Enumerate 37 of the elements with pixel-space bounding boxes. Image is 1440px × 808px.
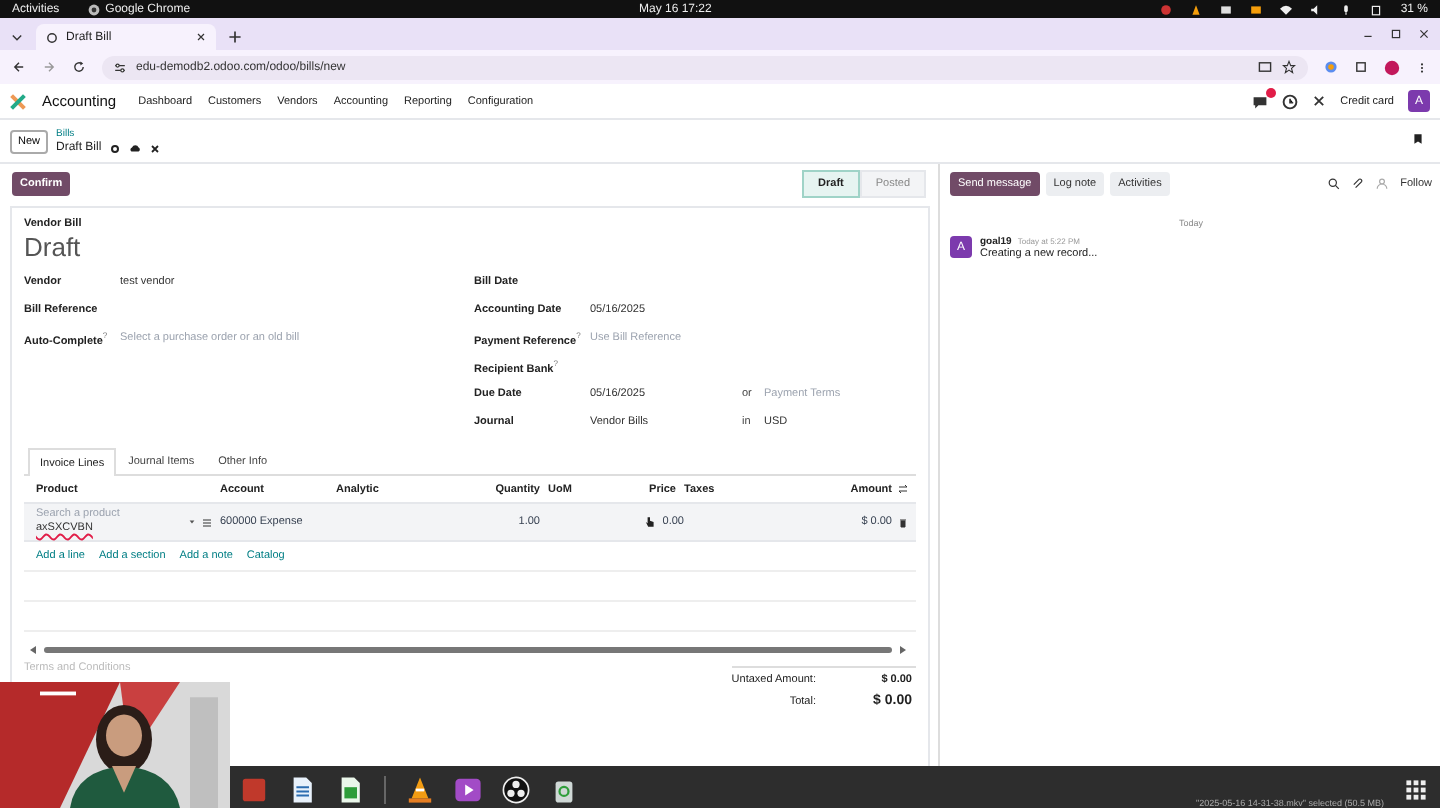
discard-icon[interactable] bbox=[149, 143, 160, 153]
play-icon[interactable] bbox=[454, 775, 482, 803]
delete-icon[interactable] bbox=[898, 517, 908, 527]
pointer-icon bbox=[644, 516, 657, 528]
dropdown-icon[interactable] bbox=[188, 518, 196, 526]
cloud-save-icon[interactable] bbox=[127, 142, 142, 154]
screen-icon[interactable] bbox=[1220, 3, 1233, 15]
document-icon[interactable] bbox=[288, 775, 316, 803]
description-icon[interactable] bbox=[202, 517, 212, 527]
chat-icon[interactable] bbox=[1252, 93, 1269, 109]
record-title: Draft bbox=[24, 232, 83, 262]
close-icon[interactable] bbox=[1418, 28, 1430, 40]
spreadsheet-icon[interactable] bbox=[336, 775, 364, 803]
columns-toggle-icon[interactable] bbox=[898, 484, 908, 494]
paperclip-icon[interactable] bbox=[1352, 177, 1365, 189]
back-icon[interactable] bbox=[12, 60, 26, 74]
record-icon[interactable] bbox=[1160, 3, 1173, 15]
reload-icon[interactable] bbox=[72, 60, 86, 74]
notification-badge bbox=[1266, 87, 1277, 97]
profile-icon[interactable] bbox=[1384, 59, 1400, 75]
close-icon[interactable] bbox=[196, 32, 206, 42]
recorder-icon[interactable] bbox=[502, 775, 530, 803]
globe-icon bbox=[46, 31, 58, 43]
microphone-icon[interactable] bbox=[1340, 3, 1353, 15]
maximize-icon[interactable] bbox=[1390, 28, 1402, 40]
battery-icon[interactable] bbox=[1370, 3, 1383, 15]
wifi-icon[interactable] bbox=[1280, 3, 1293, 15]
bookmark-icon[interactable] bbox=[1412, 132, 1424, 146]
app-grid-icon[interactable] bbox=[1404, 777, 1428, 801]
clock-icon[interactable] bbox=[1282, 93, 1299, 109]
extension-icon[interactable] bbox=[1324, 60, 1338, 74]
search-icon[interactable] bbox=[1328, 177, 1341, 189]
app-logo-icon[interactable] bbox=[10, 93, 26, 109]
star-icon[interactable] bbox=[1282, 60, 1296, 74]
site-info-icon[interactable] bbox=[114, 61, 126, 73]
traffic-cone-icon[interactable] bbox=[406, 775, 434, 803]
browser-icon bbox=[87, 3, 100, 15]
